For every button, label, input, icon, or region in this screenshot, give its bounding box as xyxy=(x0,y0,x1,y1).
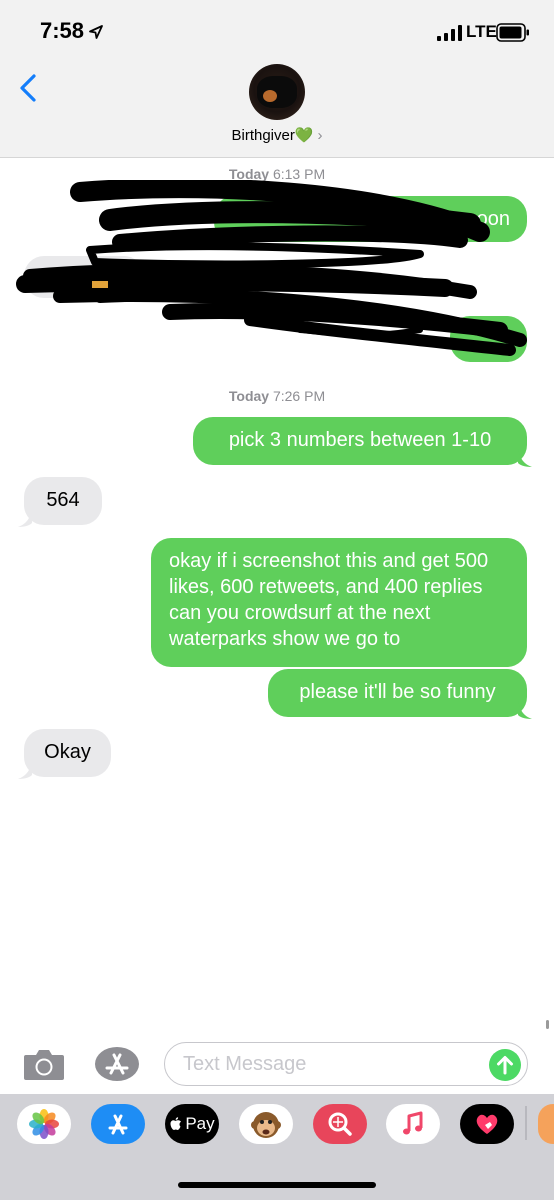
status-time: 7:58 xyxy=(40,18,85,43)
timestamp: Today 7:26 PM xyxy=(0,388,554,404)
camera-icon[interactable] xyxy=(22,1046,66,1082)
bubble-tail xyxy=(518,449,532,467)
app-store-icon[interactable] xyxy=(91,1104,145,1144)
back-chevron-icon[interactable] xyxy=(10,68,50,108)
chevron-right-icon: › xyxy=(317,127,323,144)
arrow-up-icon xyxy=(497,1056,513,1075)
message-text: 564 xyxy=(46,489,80,511)
bubble-tail xyxy=(18,509,32,527)
message-text: please it'll be so funny xyxy=(299,681,496,703)
received-message-bubble[interactable]: Okay xyxy=(24,729,111,777)
contact-name: Birthgiver💚 xyxy=(231,127,314,144)
drawer-divider xyxy=(525,1106,527,1140)
conversation-header: Birthgiver💚 › xyxy=(0,58,554,158)
signal-strength-icon xyxy=(437,25,462,41)
message-composer[interactable] xyxy=(164,1042,528,1086)
message-text: pick 3 numbers between 1-10 xyxy=(228,429,492,451)
timestamp-time: 7:26 PM xyxy=(272,388,326,404)
message-text: Okay xyxy=(44,741,91,763)
location-arrow-icon xyxy=(89,25,103,39)
home-indicator[interactable] xyxy=(178,1182,376,1188)
contact-name-button[interactable]: Birthgiver💚 › xyxy=(0,126,554,144)
scribble-redaction xyxy=(16,180,527,356)
apple-pay-icon[interactable]: Pay xyxy=(165,1104,219,1144)
sent-message-bubble[interactable]: pick 3 numbers between 1-10 xyxy=(193,417,527,465)
more-apps-icon[interactable] xyxy=(538,1104,554,1144)
digital-touch-icon[interactable] xyxy=(460,1104,514,1144)
sent-message-bubble[interactable]: okay if i screenshot this and get 500 li… xyxy=(151,538,527,667)
battery-icon xyxy=(496,23,529,42)
sent-message-bubble[interactable]: please it'll be so funny xyxy=(268,669,527,717)
apple-logo-icon xyxy=(170,1117,182,1130)
message-input[interactable] xyxy=(183,1051,473,1077)
contact-avatar[interactable] xyxy=(249,64,305,120)
photos-icon[interactable] xyxy=(17,1104,71,1144)
apple-pay-label: Pay xyxy=(185,1114,215,1133)
app-store-icon[interactable] xyxy=(94,1046,140,1082)
scroll-indicator[interactable] xyxy=(546,1020,549,1029)
network-type: LTE xyxy=(466,22,497,41)
music-icon[interactable] xyxy=(386,1104,440,1144)
bubble-tail xyxy=(518,701,532,719)
search-images-icon[interactable] xyxy=(313,1104,367,1144)
bubble-tail xyxy=(18,761,32,779)
status-bar: 7:58 LTE xyxy=(0,0,554,58)
animoji-icon[interactable] xyxy=(239,1104,293,1144)
message-text: okay if i screenshot this and get 500 li… xyxy=(169,550,489,650)
received-message-bubble[interactable]: 564 xyxy=(24,477,102,525)
timestamp-day: Today xyxy=(228,388,270,404)
send-button[interactable] xyxy=(489,1049,521,1081)
